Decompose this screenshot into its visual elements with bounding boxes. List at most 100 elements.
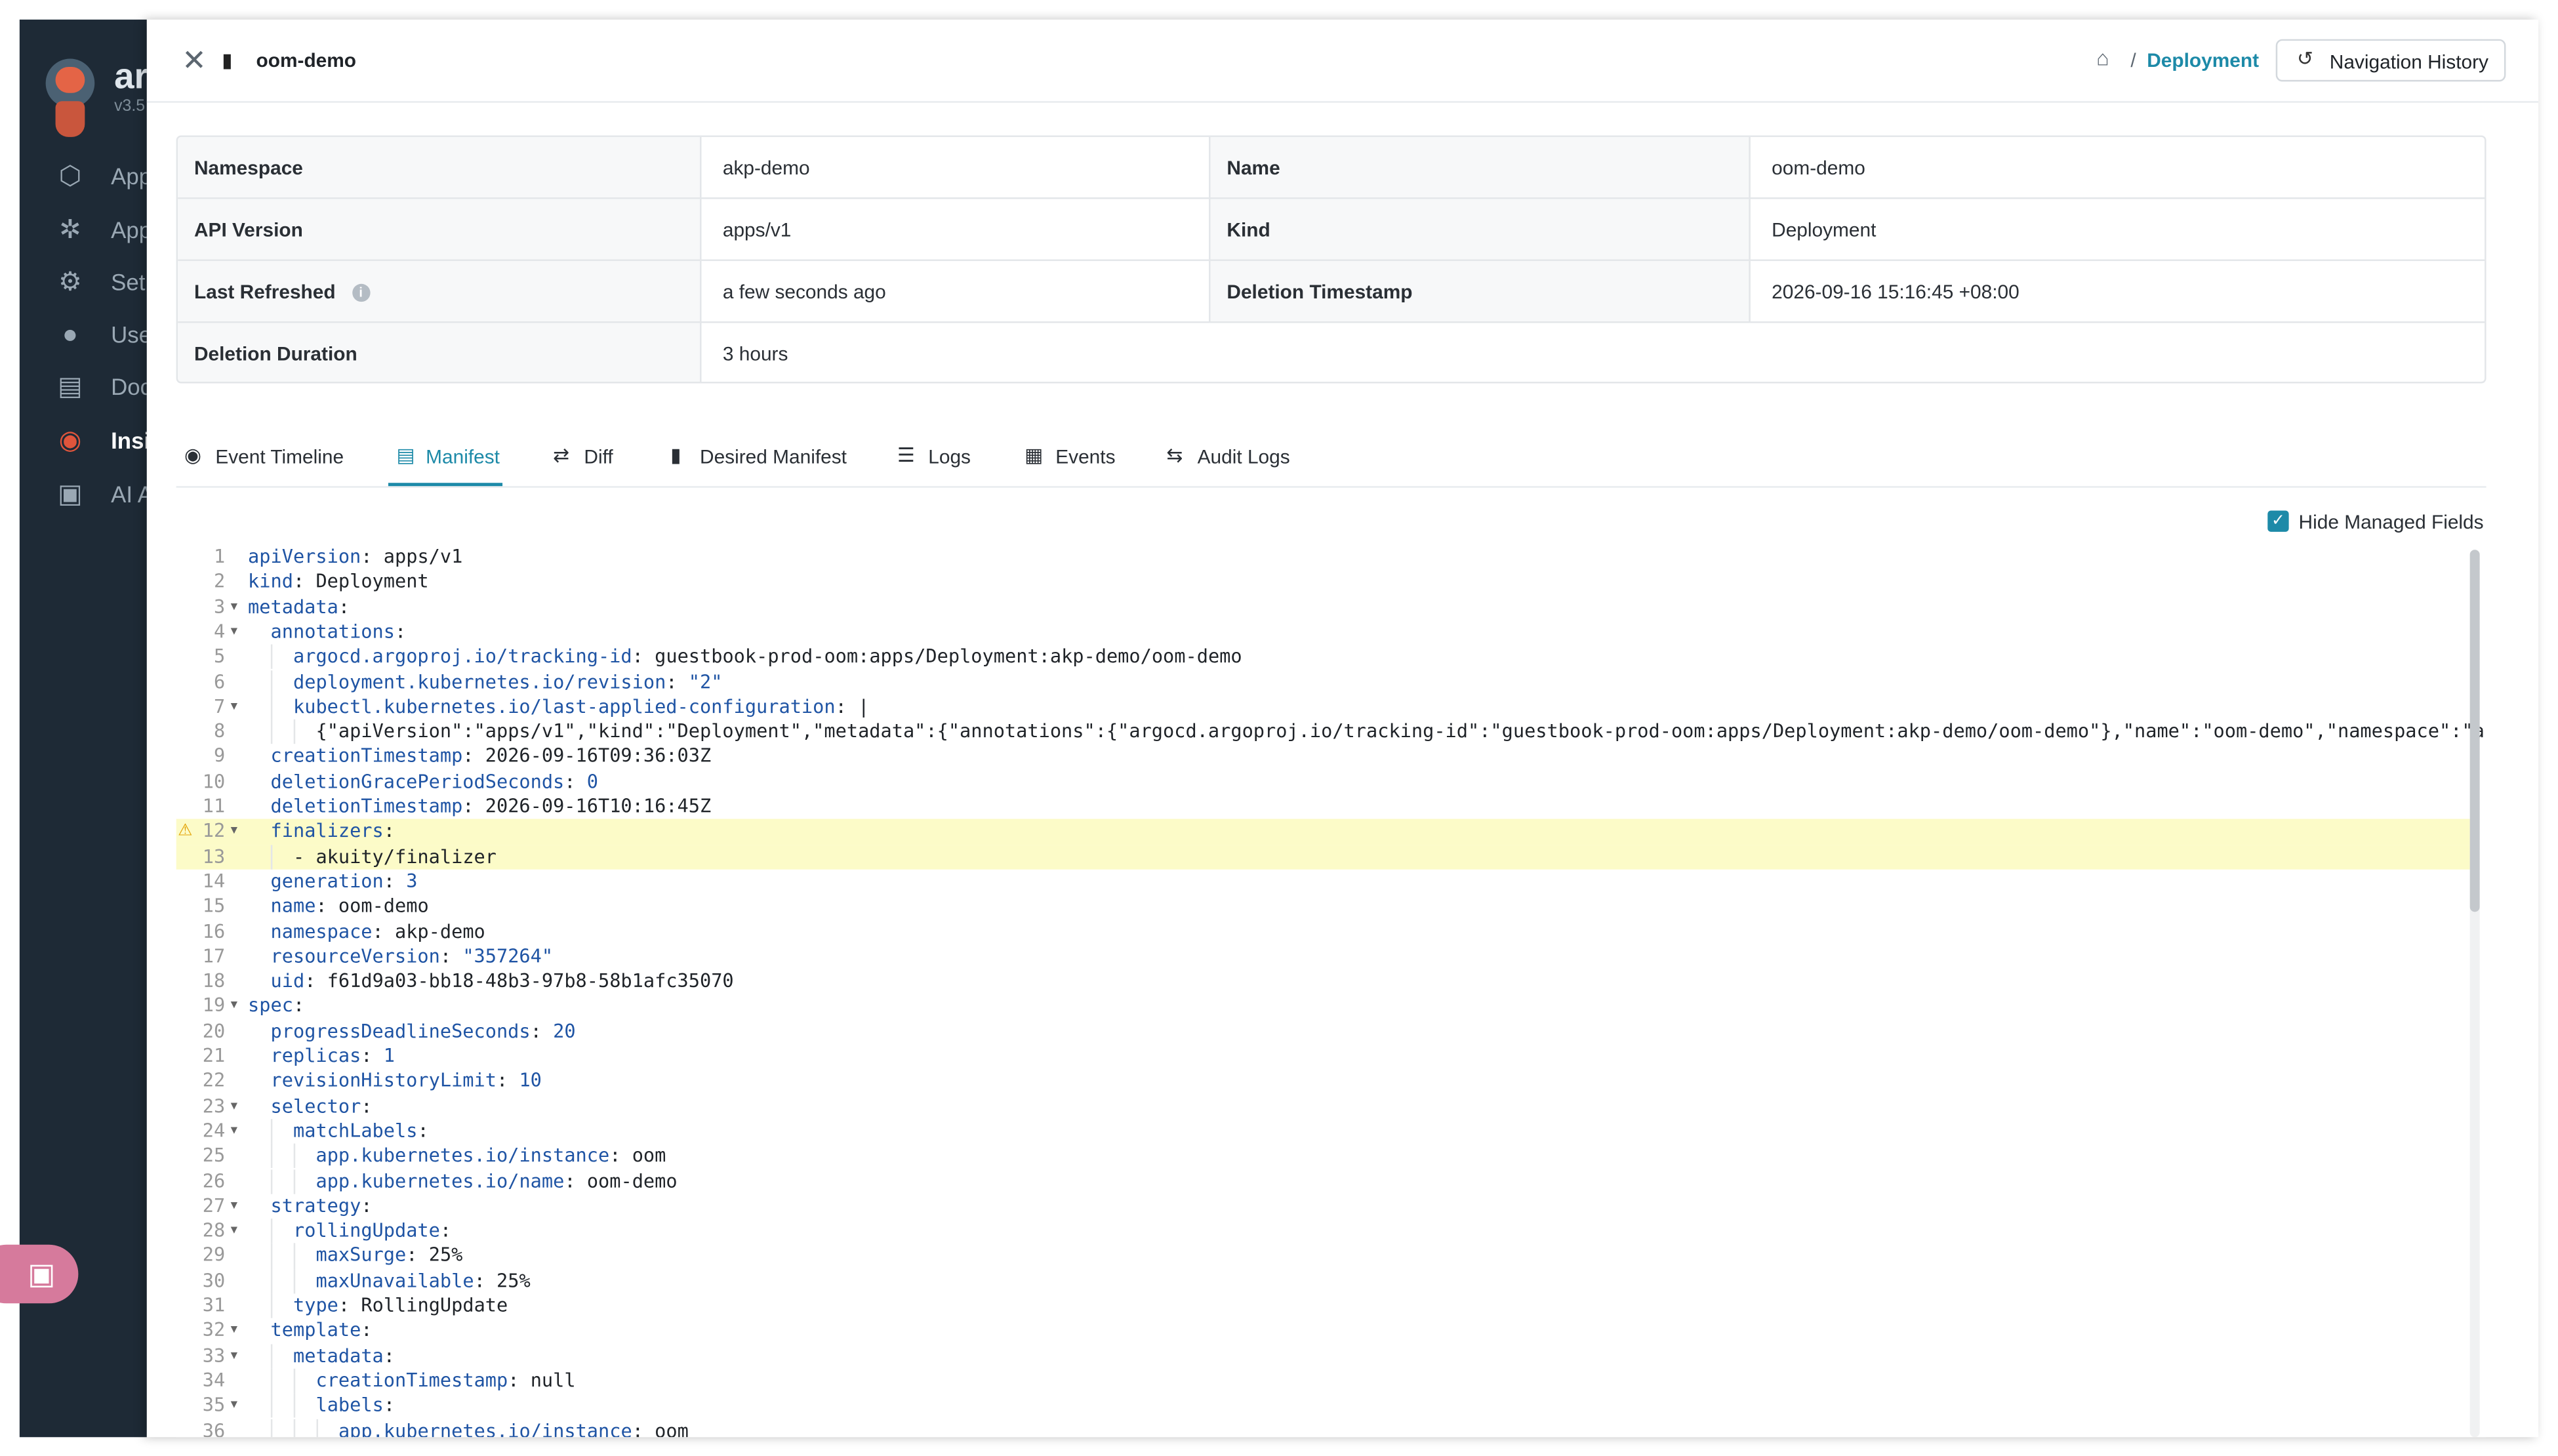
sidebar-item-settings[interactable]: ⚙ Set [20, 259, 147, 308]
calendar-icon: ▦ [1024, 443, 1044, 467]
checkbox-checked-icon[interactable]: ✓ [2267, 510, 2289, 532]
sidebar-item-ai-assistant[interactable]: ▣ AI A [20, 472, 147, 521]
tab-manifest[interactable]: ▤ Manifest [388, 428, 503, 487]
api-version-key: API Version [193, 218, 303, 242]
code-text: labels: [315, 1393, 396, 1417]
fold-toggle-icon[interactable]: ▼ [228, 1119, 239, 1144]
deletion-timestamp-value: 2026-09-16 15:16:45 +08:00 [1772, 280, 2020, 304]
fold-toggle-icon[interactable]: ▼ [228, 620, 239, 645]
manifest-editor[interactable]: 1 apiVersion: apps/v1 2 kind: Deployment 3 ▼ m… [176, 544, 2487, 1438]
tab-desired-manifest[interactable]: ▮ Desired Manifest [662, 428, 858, 487]
line-number: 12 [202, 819, 226, 843]
code-text: kubectl.kubernetes.io/last-applied-confi… [293, 695, 870, 718]
scrollbar-thumb[interactable] [2469, 550, 2480, 912]
info-icon[interactable]: i [352, 283, 370, 302]
code-line: 1 apiVersion: apps/v1 [176, 545, 2470, 570]
code-text: rollingUpdate: [293, 1219, 452, 1242]
code-line: 5 argocd.argoproj.io/tracking-id: guestbo… [176, 644, 2470, 670]
last-refreshed-key: Last Refreshed [193, 280, 336, 304]
tab-event-timeline[interactable]: ◉ Event Timeline [176, 428, 356, 487]
code-line: 2 kind: Deployment [176, 570, 2470, 595]
breadcrumb-separator: / [2130, 49, 2136, 72]
code-line: 33 ▼ metadata: [176, 1343, 2470, 1369]
line-number: 27 [202, 1194, 226, 1217]
indent-guide [270, 1219, 273, 1244]
fold-toggle-icon[interactable]: ▼ [228, 1394, 239, 1419]
fold-toggle-icon[interactable]: ▼ [228, 994, 239, 1019]
resource-title: oom-demo [256, 49, 357, 72]
deletion-duration-value: 3 hours [722, 342, 788, 366]
home-icon[interactable]: ⌂ [2096, 47, 2119, 70]
breadcrumb-deployment[interactable]: Deployment [2147, 49, 2259, 72]
line-number: 25 [202, 1144, 226, 1167]
code-text: strategy: [270, 1194, 373, 1217]
sidebar-item-docs[interactable]: ▤ Doc [20, 364, 147, 413]
sidebar-item-applications[interactable]: ⬡ App [20, 153, 147, 203]
line-number: 22 [202, 1068, 226, 1092]
sidebar-item-user-info[interactable]: ● Use [20, 312, 147, 361]
indent-guide [293, 1393, 295, 1419]
fold-toggle-icon[interactable]: ▼ [228, 1343, 239, 1368]
hide-managed-fields-toggle[interactable]: ✓ Hide Managed Fields [2267, 509, 2496, 535]
editor-scrollbar[interactable] [2469, 550, 2480, 1438]
code-text: maxUnavailable: 25% [315, 1268, 531, 1292]
sidebar-item-label: AI A [111, 481, 147, 508]
resource-detail-panel: ✕ ▮ oom-demo ⌂ / Deployment ↺ Navigation… [146, 19, 2539, 1438]
tab-diff[interactable]: ⇄ Diff [545, 428, 626, 487]
ai-chat-button[interactable]: ▣ [0, 1244, 79, 1304]
indent-guide [270, 670, 273, 695]
line-number: 8 [213, 719, 226, 742]
fold-toggle-icon[interactable]: ▼ [228, 1318, 239, 1343]
line-number: 6 [213, 670, 226, 693]
argo-logo[interactable] [43, 52, 102, 137]
code-line: 16 namespace: akp-demo [176, 920, 2470, 944]
code-line: 18 uid: f61d9a03-bb18-48b3-97b8-58b1afc35… [176, 969, 2470, 994]
code-text: replicas: 1 [270, 1043, 396, 1067]
line-number: 19 [202, 994, 226, 1017]
fold-toggle-icon[interactable]: ▼ [228, 1219, 239, 1244]
main-sidebar: ar v3.5 ⬡ App ✲ App ⚙ Set ● Use ▤ Doc ◉ … [19, 19, 147, 1438]
code-text: selector: [270, 1093, 373, 1117]
fold-toggle-icon[interactable]: ▼ [228, 1194, 239, 1219]
brand-name: ar [114, 55, 147, 96]
navigation-history-button[interactable]: ↺ Navigation History [2275, 39, 2506, 82]
close-icon[interactable]: ✕ [180, 46, 209, 75]
indent-guide [293, 719, 295, 745]
robot-icon: ▣ [28, 1257, 56, 1291]
line-number: 3 [213, 594, 226, 618]
code-line: 22 revisionHistoryLimit: 10 [176, 1069, 2470, 1094]
tab-logs[interactable]: ☰ Logs [889, 428, 981, 487]
code-text: namespace: akp-demo [270, 919, 485, 942]
code-line: 20 progressDeadlineSeconds: 20 [176, 1019, 2470, 1044]
fold-toggle-icon[interactable]: ▼ [228, 695, 239, 719]
fold-toggle-icon[interactable]: ▼ [228, 1094, 239, 1119]
line-number: 20 [202, 1019, 226, 1042]
fold-toggle-icon[interactable]: ▼ [228, 819, 239, 844]
tab-audit-logs[interactable]: ⇆ Audit Logs [1158, 428, 1299, 487]
code-text: progressDeadlineSeconds: 20 [270, 1019, 576, 1042]
code-line: 31 type: RollingUpdate [176, 1293, 2470, 1319]
code-line: 21 replicas: 1 [176, 1044, 2470, 1069]
sidebar-item-insights[interactable]: ◉ Insi [20, 418, 147, 467]
indent-guide [270, 1118, 273, 1144]
tab-events[interactable]: ▦ Events [1017, 428, 1124, 487]
code-text: finalizers: [270, 819, 396, 843]
fold-toggle-icon[interactable]: ▼ [228, 595, 239, 620]
code-text: resourceVersion: "357264" [270, 944, 554, 967]
indent-guide [293, 1144, 295, 1169]
sidebar-item-appsets[interactable]: ✲ App [20, 207, 147, 256]
sidebar-item-label: Use [111, 321, 147, 348]
code-line: 19 ▼ spec: [176, 994, 2470, 1019]
code-line: 11 deletionTimestamp: 2026-09-16T10:16:45… [176, 794, 2470, 819]
indent-guide [270, 1368, 273, 1394]
line-number: 18 [202, 969, 226, 992]
line-number: 24 [202, 1118, 226, 1142]
sidebar-item-label: App [111, 216, 147, 243]
deletion-duration-key: Deletion Duration [193, 342, 357, 366]
namespace-value: akp-demo [722, 156, 810, 180]
code-text: app.kubernetes.io/instance: oom [315, 1144, 666, 1167]
last-refreshed-value: a few seconds ago [722, 280, 886, 304]
line-number: 31 [202, 1293, 226, 1317]
code-text: matchLabels: [293, 1118, 429, 1142]
indent-guide [270, 1244, 273, 1269]
